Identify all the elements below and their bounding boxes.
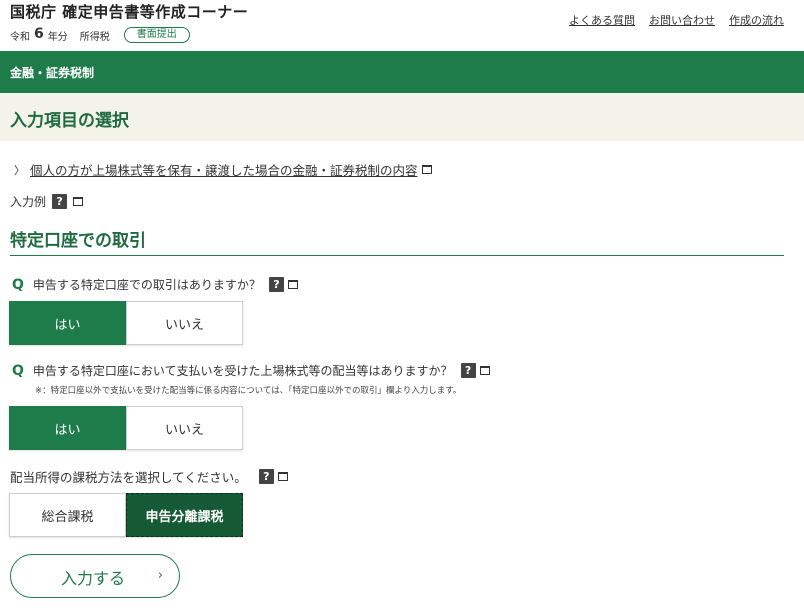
help-icon[interactable]: ? <box>258 469 274 484</box>
year-line: 令和 6 年分 所得税 書面提出 <box>10 26 190 43</box>
new-window-icon[interactable] <box>479 366 490 375</box>
taxation-method-toggle: 総合課税 申告分離課税 <box>9 493 243 537</box>
submit-label: 入力する <box>61 569 126 588</box>
tax-type: 所得税 <box>79 31 110 43</box>
faq-link[interactable]: よくある質問 <box>569 12 635 28</box>
info-link-row: 〉 個人の方が上場株式等を保有・譲渡した場合の金融・証券税制の内容 <box>14 160 432 179</box>
question-1-toggle: はい いいえ <box>9 301 243 345</box>
q2-no-button[interactable]: いいえ <box>126 406 243 450</box>
help-icon[interactable]: ? <box>52 194 68 209</box>
question-3-text: 配当所得の課税方法を選択してください。 <box>10 470 247 485</box>
info-link[interactable]: 個人の方が上場株式等を保有・譲渡した場合の金融・証券税制の内容 <box>30 160 418 179</box>
question-2-text: 申告する特定口座において支払いを受けた上場株式等の配当等はありますか？ <box>32 364 453 378</box>
new-window-icon[interactable] <box>421 165 432 174</box>
chevron-right-icon: › <box>157 568 163 583</box>
page-header: 国税庁 確定申告書等作成コーナー 令和 6 年分 所得税 書面提出 よくある質問… <box>0 0 804 51</box>
category-bar: 金融・証券税制 <box>0 51 804 93</box>
question-1-text: 申告する特定口座での取引はありますか？ <box>32 278 261 292</box>
subsection-heading: 特定口座での取引 <box>10 226 784 256</box>
brand-title: 国税庁 確定申告書等作成コーナー <box>10 3 249 21</box>
q2-yes-button[interactable]: はい <box>9 406 126 450</box>
question-3: 配当所得の課税方法を選択してください。 ? <box>10 467 288 486</box>
page-title: 入力項目の選択 <box>10 111 129 131</box>
year-value: 6 <box>34 26 44 42</box>
new-window-icon[interactable] <box>287 280 298 289</box>
era-label: 令和 <box>10 31 30 43</box>
question-mark-label: Q <box>12 362 24 379</box>
subsection-title: 特定口座での取引 <box>10 231 146 251</box>
example-label: 入力例 <box>10 195 47 209</box>
comprehensive-taxation-button[interactable]: 総合課税 <box>9 493 126 537</box>
question-2-note: ※：特定口座以外で支払いを受けた配当等に係る内容については、「特定口座以外での取… <box>35 386 462 396</box>
question-2-toggle: はい いいえ <box>9 406 243 450</box>
q1-no-button[interactable]: いいえ <box>126 301 243 345</box>
year-suffix: 年分 <box>47 31 68 43</box>
contact-link[interactable]: お問い合わせ <box>649 12 715 28</box>
separate-taxation-button[interactable]: 申告分離課税 <box>126 493 243 537</box>
filing-mode-badge: 書面提出 <box>123 27 190 43</box>
section-heading: 入力項目の選択 <box>0 93 804 141</box>
new-window-icon[interactable] <box>73 197 84 206</box>
flow-link[interactable]: 作成の流れ <box>729 12 784 28</box>
header-links: よくある質問 お問い合わせ 作成の流れ <box>569 12 784 28</box>
question-2: Q 申告する特定口座において支払いを受けた上場株式等の配当等はありますか？ ? <box>12 362 490 379</box>
question-1: Q 申告する特定口座での取引はありますか？ ? <box>12 276 298 293</box>
question-mark-label: Q <box>12 276 24 293</box>
help-icon[interactable]: ? <box>460 363 476 378</box>
category-label: 金融・証券税制 <box>10 66 95 80</box>
new-window-icon[interactable] <box>277 472 288 481</box>
example-row: 入力例 ? <box>10 193 84 210</box>
submit-button[interactable]: 入力する › <box>10 554 180 598</box>
chevron-right-icon: 〉 <box>14 163 25 177</box>
q1-yes-button[interactable]: はい <box>9 301 126 345</box>
help-icon[interactable]: ? <box>268 277 284 292</box>
